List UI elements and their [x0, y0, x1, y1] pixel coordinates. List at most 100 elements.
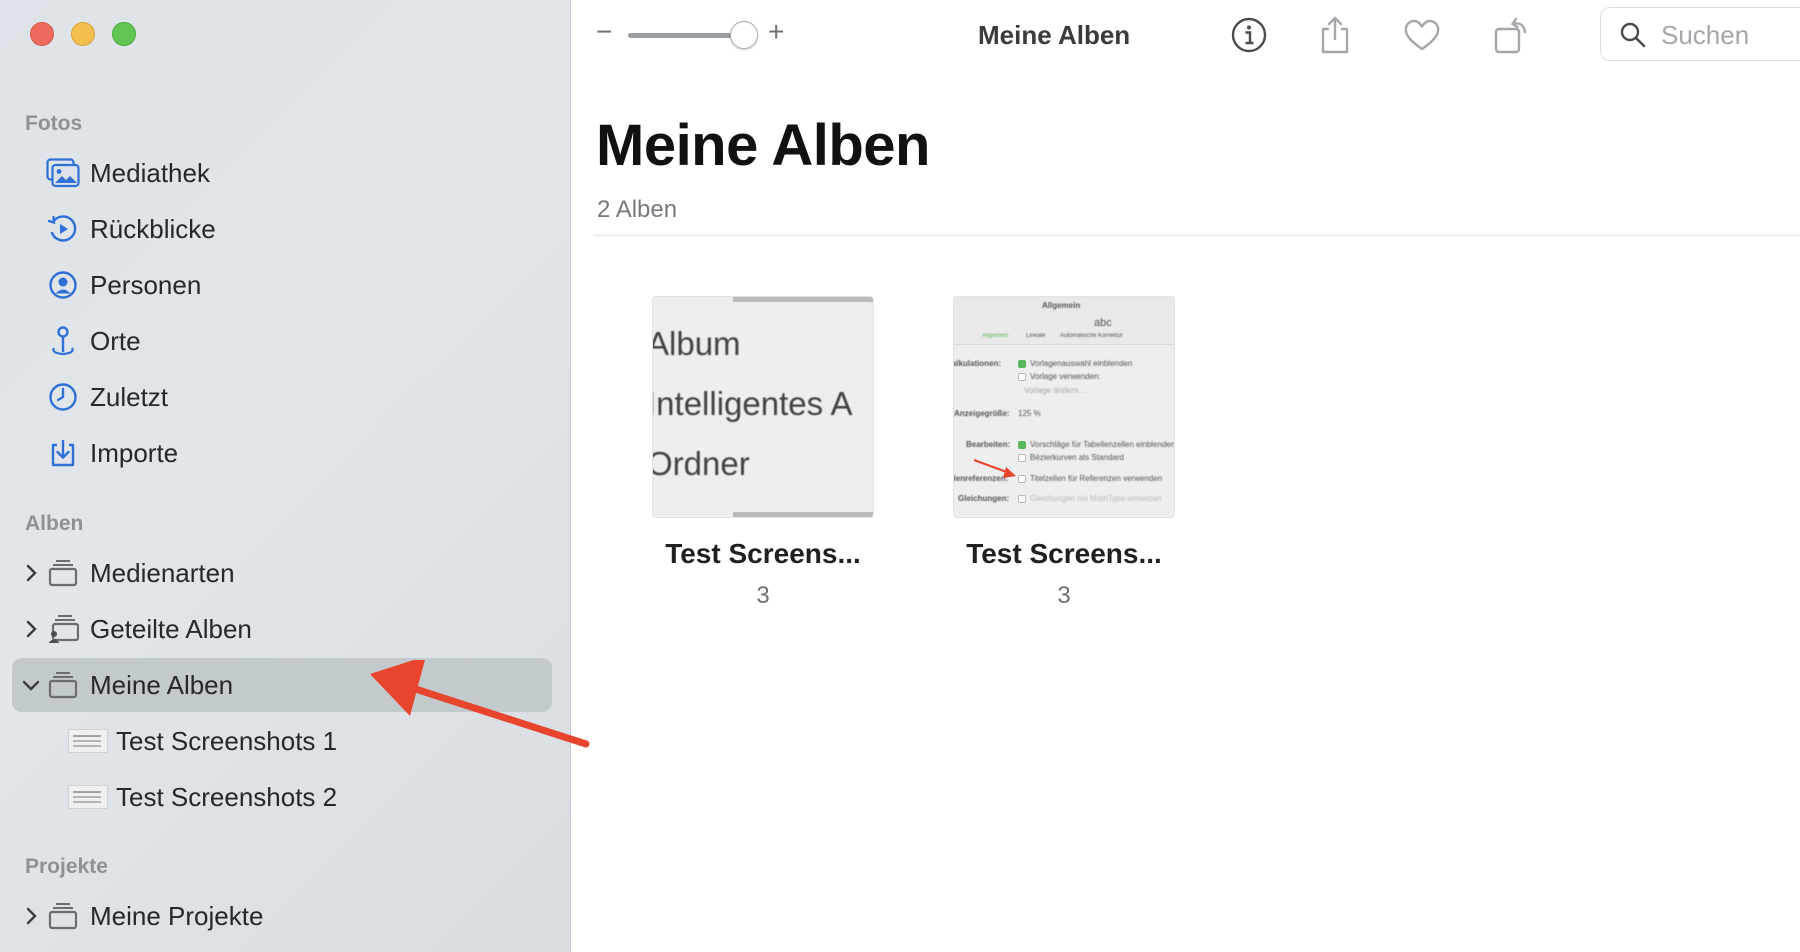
import-icon	[46, 436, 80, 470]
cover-checkbox	[1018, 495, 1026, 503]
minimize-window-button[interactable]	[71, 22, 95, 46]
rotate-button[interactable]	[1490, 14, 1532, 56]
cover-text: Automatische Korrektur	[1060, 333, 1123, 339]
sidebar-item-geteilte-alben[interactable]: Geteilte Alben	[12, 602, 552, 656]
search-input[interactable]	[1661, 18, 1800, 52]
sidebar-item-personen[interactable]: Personen	[12, 258, 552, 312]
photo-library-icon	[46, 156, 80, 190]
search-field[interactable]	[1600, 7, 1800, 61]
sidebar-item-medienarten[interactable]: Medienarten	[12, 546, 552, 600]
album-cover[interactable]: Album Intelligentes A Ordner	[652, 296, 874, 518]
info-icon	[1231, 17, 1267, 53]
cover-text: 125 %	[1018, 409, 1041, 418]
sidebar-item-mediathek[interactable]: Mediathek	[12, 146, 552, 200]
page-title: Meine Alben	[596, 113, 930, 178]
cover-text: Lineale	[1026, 333, 1046, 339]
memories-icon	[46, 212, 80, 246]
sidebar-item-label: Meine Alben	[90, 669, 234, 700]
share-button[interactable]	[1314, 14, 1356, 56]
chevron-down-icon[interactable]	[20, 674, 42, 696]
cover-text: Allgemein	[982, 333, 1009, 339]
sidebar-item-label: Zuletzt	[90, 381, 169, 412]
shared-album-icon	[46, 612, 80, 646]
album-cover[interactable]: Allgemein abc Allgemein Lineale Automati…	[953, 296, 1175, 518]
map-pin-icon	[46, 324, 80, 358]
sidebar-item-label: Medienarten	[90, 557, 235, 588]
rotate-icon	[1494, 17, 1527, 54]
sidebar-item-importe[interactable]: Importe	[12, 426, 552, 480]
person-icon	[46, 268, 80, 302]
zoom-out-button[interactable]: −	[596, 16, 612, 48]
cover-text: Bézierkurven als Standard	[1030, 453, 1124, 462]
sidebar-item-test-screenshots-1[interactable]: Test Screenshots 1	[12, 714, 552, 768]
toolbar: − + Meine Alben	[572, 0, 1800, 70]
sidebar: Fotos Mediathek Rückblicke Personen Orte…	[0, 0, 571, 952]
album-stack-icon	[46, 899, 80, 933]
cover-text: Album	[652, 325, 741, 362]
fullscreen-window-button[interactable]	[112, 22, 136, 46]
cover-text: Vorlagenauswahl einblenden	[1030, 359, 1133, 368]
main-content: − + Meine Alben Meine Alben 2 Alben Albu…	[572, 0, 1800, 952]
cover-decoration	[733, 512, 873, 517]
album-thumbnail	[68, 729, 108, 753]
cover-checkbox	[1018, 360, 1026, 368]
cover-text: Ordner	[652, 445, 750, 482]
album-name[interactable]: Test Screens...	[652, 538, 874, 570]
album-name[interactable]: Test Screens...	[953, 538, 1175, 570]
cover-text: Gleichungen:	[958, 494, 1010, 503]
share-icon	[1321, 16, 1349, 54]
sidebar-item-label: Test Screenshots 2	[116, 781, 338, 812]
album-tile-1[interactable]: Album Intelligentes A Ordner Test Screen…	[652, 296, 874, 610]
cover-text: Anzeigegröße:	[954, 409, 1010, 418]
cover-text: Vorlage ändern…	[1024, 386, 1087, 395]
cover-checkbox	[1018, 373, 1026, 381]
sidebar-item-label: Personen	[90, 269, 202, 300]
cover-arrow-icon	[973, 458, 1016, 478]
sidebar-item-label: Meine Projekte	[90, 900, 264, 931]
sidebar-item-orte[interactable]: Orte	[12, 314, 552, 368]
chevron-right-icon[interactable]	[20, 905, 42, 927]
album-tile-2[interactable]: Allgemein abc Allgemein Lineale Automati…	[953, 296, 1175, 610]
sidebar-item-label: Geteilte Alben	[90, 613, 252, 644]
clock-icon	[46, 380, 80, 414]
sidebar-item-meine-projekte[interactable]: Meine Projekte	[12, 889, 552, 943]
favorite-button[interactable]	[1401, 14, 1443, 56]
chevron-right-icon[interactable]	[20, 562, 42, 584]
cover-decoration	[733, 297, 873, 302]
sidebar-item-zuletzt[interactable]: Zuletzt	[12, 370, 552, 424]
zoom-in-button[interactable]: +	[768, 16, 784, 48]
close-window-button[interactable]	[30, 22, 54, 46]
album-photo-count: 3	[756, 582, 770, 609]
album-stack-icon	[46, 668, 80, 702]
sidebar-item-label: Importe	[90, 437, 179, 468]
zoom-slider-knob[interactable]	[730, 21, 758, 49]
cover-text: Intelligentes A	[652, 385, 853, 422]
sidebar-item-test-screenshots-2[interactable]: Test Screenshots 2	[12, 770, 552, 824]
sidebar-item-label: Mediathek	[90, 157, 210, 188]
window-controls	[30, 22, 136, 46]
sidebar-item-meine-alben[interactable]: Meine Alben	[12, 658, 552, 712]
section-title-projekte: Projekte	[25, 855, 108, 878]
album-thumbnail	[68, 785, 108, 809]
album-stack-icon	[46, 556, 80, 590]
search-icon	[1620, 22, 1646, 48]
chevron-right-icon[interactable]	[20, 618, 42, 640]
cover-text: Bearbeiten:	[966, 440, 1011, 449]
sidebar-item-rueckblicke[interactable]: Rückblicke	[12, 202, 552, 256]
cover-text: abc	[1094, 317, 1112, 329]
album-count: 2 Alben	[597, 196, 678, 223]
info-button[interactable]	[1228, 14, 1270, 56]
cover-checkbox	[1018, 441, 1026, 449]
sidebar-item-label: Test Screenshots 1	[116, 725, 338, 756]
divider	[594, 235, 1800, 236]
toolbar-title: Meine Alben	[978, 20, 1131, 50]
section-title-fotos: Fotos	[25, 112, 83, 135]
cover-text: Gleichungen mit MathType einsetzen	[1030, 494, 1162, 503]
album-photo-count: 3	[1057, 582, 1071, 609]
cover-text: Vorlage verwenden:	[1030, 372, 1101, 381]
section-title-alben: Alben	[25, 512, 84, 535]
cover-text: Kalkulationen:	[954, 359, 1002, 368]
cover-text: Titelzellen für Referenzen verwenden	[1030, 474, 1163, 483]
cover-text: Vorschläge für Tabellenzellen einblenden	[1030, 440, 1175, 449]
cover-text: Allgemein	[1042, 301, 1081, 310]
